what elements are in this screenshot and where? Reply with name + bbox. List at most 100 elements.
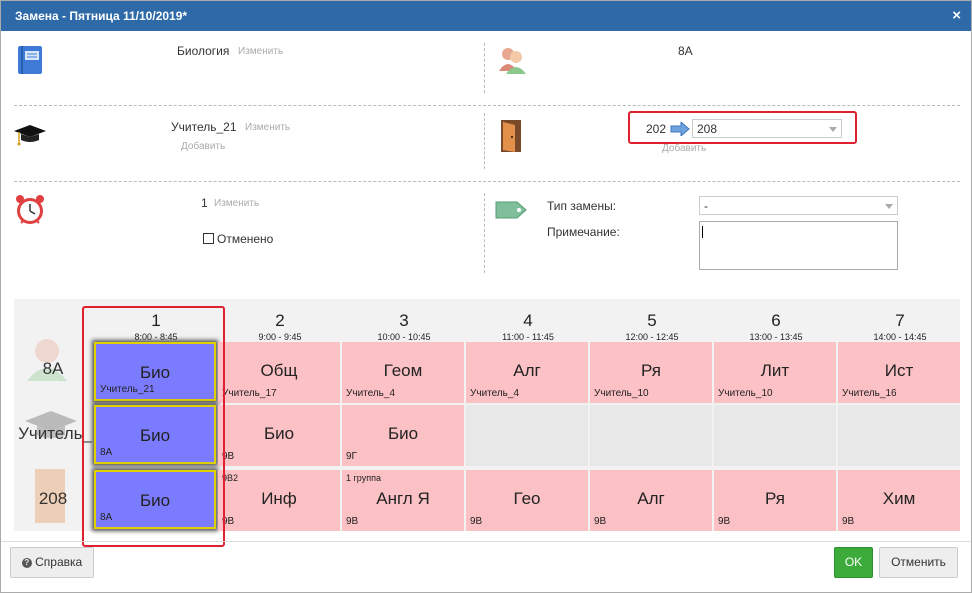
period-time: 14:00 - 14:45 bbox=[873, 332, 927, 342]
cell-group: 1 группа bbox=[346, 473, 381, 483]
cancel-button[interactable]: Отменить bbox=[879, 547, 958, 578]
cell-detail: Учитель_4 bbox=[346, 388, 396, 399]
note-textarea[interactable] bbox=[699, 221, 898, 270]
cell-subject: Био bbox=[387, 424, 419, 443]
substitution-type-label: Тип замены: bbox=[547, 199, 617, 213]
close-icon[interactable]: × bbox=[952, 7, 961, 24]
cancelled-checkbox[interactable] bbox=[203, 233, 214, 244]
cell-detail: 9В bbox=[470, 516, 483, 527]
subject-change-link[interactable]: Изменить bbox=[238, 46, 283, 57]
cell-subject: Общ bbox=[260, 361, 298, 380]
period-time: 10:00 - 10:45 bbox=[377, 332, 431, 342]
period-number: 3 bbox=[399, 311, 409, 330]
room-select-value: 208 bbox=[697, 122, 718, 136]
schedule-cell[interactable] bbox=[838, 405, 960, 466]
row-label-room: 208 bbox=[38, 489, 68, 508]
cancelled-label: Отменено bbox=[217, 232, 274, 246]
subject-value: Биология bbox=[177, 44, 230, 58]
period-number: 6 bbox=[771, 311, 781, 330]
section-divider bbox=[14, 181, 960, 182]
schedule-cell[interactable]: 9В2 Инф 9В bbox=[218, 470, 340, 531]
text-cursor bbox=[702, 226, 703, 238]
cell-subject: Алг bbox=[637, 489, 665, 508]
cell-detail: 9В bbox=[346, 516, 359, 527]
period-time: 9:00 - 9:45 bbox=[258, 332, 302, 342]
period-number: 2 bbox=[275, 311, 285, 330]
period-number: 7 bbox=[895, 311, 905, 330]
schedule-cell[interactable] bbox=[714, 405, 836, 466]
book-icon bbox=[17, 45, 43, 75]
schedule-cell[interactable]: Ря 9В bbox=[714, 470, 836, 531]
substitution-type-select[interactable]: - bbox=[699, 196, 898, 215]
schedule-cell[interactable]: Гео 9В bbox=[466, 470, 588, 531]
period-time: 11:00 - 11:45 bbox=[502, 332, 554, 342]
period-time: 13:00 - 13:45 bbox=[749, 332, 803, 342]
period-time: 12:00 - 12:45 bbox=[625, 332, 679, 342]
help-button-label: Справка bbox=[35, 555, 83, 569]
teacher-value: Учитель_21 bbox=[171, 120, 237, 134]
teacher-change-link[interactable]: Изменить bbox=[245, 122, 290, 133]
users-icon bbox=[497, 45, 527, 75]
title-bar: Замена - Пятница 11/10/2019* × bbox=[1, 1, 971, 31]
note-label: Примечание: bbox=[547, 225, 620, 239]
period-header: 2 9:00 - 9:45 bbox=[218, 311, 342, 342]
schedule-cell[interactable]: 1 группа Англ Я 9В bbox=[342, 470, 464, 531]
vertical-divider bbox=[484, 113, 485, 169]
door-icon bbox=[499, 119, 525, 153]
schedule-cell[interactable]: Ря Учитель_10 bbox=[590, 342, 712, 403]
vertical-divider bbox=[484, 193, 485, 273]
schedule-cell[interactable]: Био 9Г bbox=[342, 405, 464, 466]
schedule-cell[interactable]: Лит Учитель_10 bbox=[714, 342, 836, 403]
room-add-link[interactable]: Добавить bbox=[662, 143, 706, 154]
help-button[interactable]: ? Справка bbox=[10, 547, 94, 578]
schedule-cell[interactable]: Хим 9В bbox=[838, 470, 960, 531]
cell-detail: 9В bbox=[718, 516, 731, 527]
cell-subject: Инф bbox=[261, 489, 297, 508]
section-divider bbox=[14, 105, 960, 106]
schedule-cell[interactable]: Алг Учитель_4 bbox=[466, 342, 588, 403]
cell-subject: Био bbox=[263, 424, 295, 443]
cell-detail: 9В bbox=[594, 516, 607, 527]
chevron-down-icon bbox=[885, 204, 893, 209]
lesson-change-link[interactable]: Изменить bbox=[214, 198, 259, 209]
schedule-cell[interactable] bbox=[590, 405, 712, 466]
period-header: 7 14:00 - 14:45 bbox=[838, 311, 962, 342]
schedule-cell[interactable]: Ист Учитель_16 bbox=[838, 342, 960, 403]
cell-subject: Гео bbox=[513, 489, 541, 508]
cell-subject: Ря bbox=[765, 489, 785, 508]
tag-icon bbox=[495, 200, 527, 220]
cell-subject: Ря bbox=[641, 361, 661, 380]
cell-detail: Учитель_10 bbox=[594, 388, 649, 399]
cell-subject: Хим bbox=[882, 489, 916, 508]
footer-divider bbox=[1, 541, 971, 542]
cell-detail: Учитель_16 bbox=[842, 388, 897, 399]
teacher-add-link[interactable]: Добавить bbox=[181, 141, 225, 152]
schedule-cell[interactable]: Геом Учитель_4 bbox=[342, 342, 464, 403]
cell-subject: Лит bbox=[760, 361, 790, 380]
cell-subject: Ист bbox=[884, 361, 914, 380]
dialog-title: Замена - Пятница 11/10/2019* bbox=[15, 9, 188, 23]
period-highlight bbox=[82, 306, 225, 547]
period-header: 6 13:00 - 13:45 bbox=[714, 311, 838, 342]
cell-detail: Учитель_10 bbox=[718, 388, 773, 399]
schedule-cell[interactable] bbox=[466, 405, 588, 466]
room-select[interactable]: 208 bbox=[692, 119, 842, 138]
schedule-cell[interactable]: Алг 9В bbox=[590, 470, 712, 531]
period-header: 5 12:00 - 12:45 bbox=[590, 311, 714, 342]
arrow-right-icon bbox=[670, 120, 690, 138]
graduation-cap-icon bbox=[13, 123, 47, 151]
schedule-cell[interactable]: Био 9В bbox=[218, 405, 340, 466]
row-label-class: 8А bbox=[42, 359, 64, 378]
schedule-cell[interactable]: Общ Учитель_17 bbox=[218, 342, 340, 403]
class-value: 8А bbox=[678, 44, 693, 58]
cell-detail: Учитель_4 bbox=[470, 388, 520, 399]
cell-subject: Геом bbox=[383, 361, 423, 380]
question-icon: ? bbox=[21, 557, 32, 568]
substitution-dialog: Замена - Пятница 11/10/2019* × Биология … bbox=[0, 0, 972, 593]
period-header: 4 11:00 - 11:45 bbox=[466, 311, 590, 342]
room-old-value: 202 bbox=[646, 122, 667, 136]
cell-subject: Англ Я bbox=[376, 489, 430, 508]
ok-button[interactable]: OK bbox=[834, 547, 873, 578]
chevron-down-icon bbox=[829, 127, 837, 132]
substitution-type-value: - bbox=[704, 199, 708, 213]
